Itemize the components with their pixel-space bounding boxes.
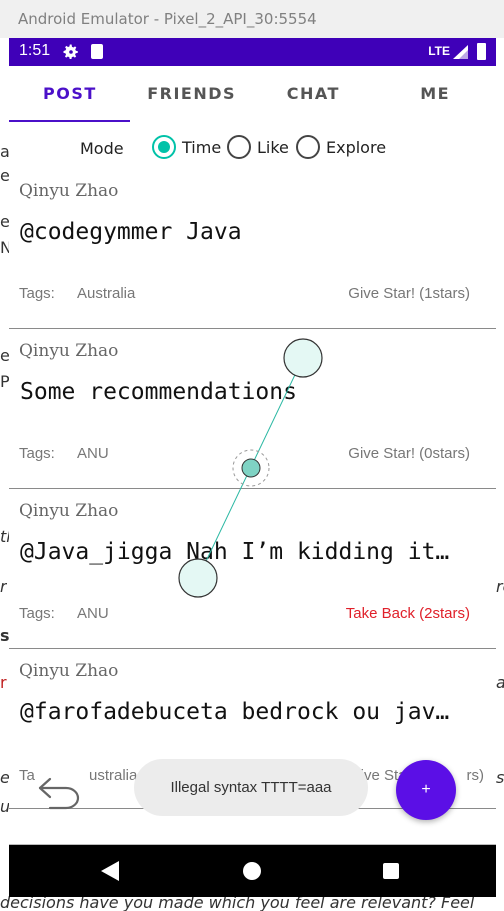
phone-screen: 1:51 LTE POST FRIENDS CHAT ME Mode Time …: [9, 38, 496, 897]
radio-like-label: Like: [257, 137, 289, 157]
bleed-right-2: a: [496, 673, 504, 692]
bleed-left-10: r: [0, 673, 7, 692]
mode-label: Mode: [80, 139, 124, 158]
give-star-button[interactable]: Give Star! (0stars): [348, 445, 470, 462]
post-card[interactable]: Qinyu Zhao @Java_jigga Nah I’m kidding i…: [9, 489, 496, 649]
nav-recents-icon[interactable]: [383, 863, 399, 879]
bleed-right-1: re: [496, 577, 504, 596]
bleed-right-3: s: [496, 768, 504, 787]
give-star-button[interactable]: Give Star! (1stars): [348, 285, 470, 302]
status-bar: 1:51 LTE: [9, 38, 496, 66]
post-tags-value: Australia: [77, 285, 136, 302]
top-tab-bar: POST FRIENDS CHAT ME: [9, 66, 496, 122]
emulator-window-title: Android Emulator - Pixel_2_API_30:5554: [0, 0, 504, 38]
tab-friends[interactable]: FRIENDS: [131, 66, 253, 122]
radio-unchecked-icon: [227, 135, 251, 159]
nav-home-icon[interactable]: [243, 862, 261, 880]
post-card[interactable]: Qinyu Zhao @codegymmer Java Tags: Austra…: [9, 169, 496, 329]
post-tags-value: ANU: [77, 605, 109, 622]
post-content: Some recommendations: [20, 379, 297, 405]
post-tags-label: Tags:: [19, 605, 55, 622]
radio-time[interactable]: Time: [152, 135, 221, 159]
radio-explore-label: Explore: [326, 137, 387, 157]
add-post-button[interactable]: +: [396, 760, 456, 820]
toast-message: Illegal syntax TTTT=aaa: [134, 759, 368, 816]
take-back-star-button[interactable]: Take Back (2stars): [346, 605, 470, 622]
post-content: @farofadebuceta bedrock ou jav…: [20, 699, 450, 725]
tab-chat[interactable]: CHAT: [253, 66, 375, 122]
tab-post[interactable]: POST: [9, 66, 131, 122]
post-tags-label: Tags:: [19, 445, 55, 462]
post-content: @Java_jigga Nah I’m kidding it…: [20, 539, 450, 565]
network-type: LTE: [428, 44, 450, 58]
nav-back-icon[interactable]: [101, 861, 119, 881]
radio-unchecked-icon: [296, 135, 320, 159]
radio-time-label: Time: [182, 137, 222, 157]
radio-explore[interactable]: Explore: [296, 135, 386, 159]
signal-icon: [453, 45, 468, 59]
bleed-left-8: r: [0, 577, 7, 596]
post-tags-label: Tags:: [19, 285, 55, 302]
post-tags-value: ustralia: [89, 767, 138, 784]
give-star-text-tail: rs): [466, 767, 485, 784]
post-author: Qinyu Zhao: [19, 341, 119, 361]
radio-like[interactable]: Like: [227, 135, 289, 159]
tab-indicator: [9, 120, 130, 122]
android-nav-bar: [9, 845, 496, 897]
tab-me[interactable]: ME: [374, 66, 496, 122]
post-author: Qinyu Zhao: [19, 181, 119, 201]
post-author: Qinyu Zhao: [19, 501, 119, 521]
undo-arrow-icon[interactable]: [36, 771, 84, 811]
gear-icon: [63, 44, 78, 60]
sd-card-icon: [91, 44, 103, 59]
post-tags-value: ANU: [77, 445, 109, 462]
post-tags-label: Ta: [19, 767, 35, 784]
radio-checked-icon: [152, 135, 176, 159]
post-card[interactable]: Qinyu Zhao Some recommendations Tags: AN…: [9, 329, 496, 489]
battery-icon: [477, 43, 486, 60]
post-author: Qinyu Zhao: [19, 661, 119, 681]
mode-selector: Mode Time Like Explore: [9, 131, 496, 165]
post-content: @codegymmer Java: [20, 219, 242, 245]
status-time: 1:51: [19, 42, 51, 59]
